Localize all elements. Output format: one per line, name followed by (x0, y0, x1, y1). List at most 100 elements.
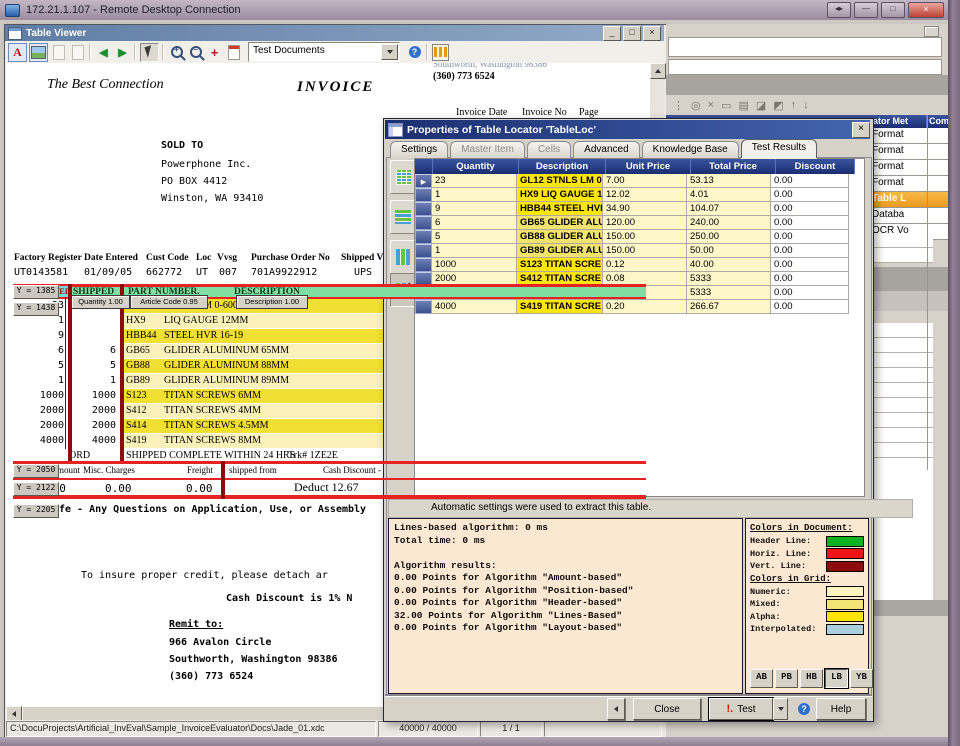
tab[interactable]: Knowledge Base (642, 141, 739, 158)
column-total-price[interactable]: Total Price (691, 159, 776, 174)
tab[interactable]: Advanced (573, 141, 639, 158)
column-description[interactable]: Description (519, 159, 606, 174)
column-unit-price[interactable]: Unit Price (606, 159, 691, 174)
cell-unit-price[interactable]: 12.02 (603, 188, 687, 202)
tv-minimize-button[interactable]: _ (603, 26, 621, 41)
cell-unit-price[interactable]: 7.00 (603, 174, 687, 188)
page-break-button[interactable] (225, 44, 242, 61)
table-row[interactable]: 5 GB88 GLIDER ALU 150.00 250.00 0.00 (415, 230, 864, 244)
test-dropdown-button[interactable] (773, 698, 788, 720)
cell-unit-price[interactable]: 150.00 (603, 230, 687, 244)
cell-quantity[interactable]: 1 (432, 188, 517, 202)
cell-total-price[interactable]: 40.00 (687, 258, 771, 272)
cell-total-price[interactable]: 53.13 (687, 174, 771, 188)
show-rows-button[interactable] (390, 200, 416, 234)
cell-quantity[interactable]: 9 (432, 202, 517, 216)
cell-quantity[interactable]: 6 (432, 216, 517, 230)
page-back-button[interactable]: ◀ (95, 44, 112, 61)
test-button[interactable]: !.Test (709, 698, 773, 720)
delete-icon[interactable]: × (708, 99, 714, 111)
dialog-close-button[interactable]: × (852, 122, 870, 138)
cell-description[interactable]: S123 TITAN SCRE (517, 258, 603, 272)
cell-discount[interactable]: 0.00 (771, 174, 849, 188)
rename-icon[interactable]: ▭ (721, 99, 731, 112)
cell-total-price[interactable]: 5333 (687, 272, 771, 286)
table-row[interactable]: 1 GB89 GLIDER ALU 150.00 50.00 0.00 (415, 244, 864, 258)
table-row[interactable]: 9 HBB44 STEEL HVR 34.90 104.07 0.00 (415, 202, 864, 216)
column-comment[interactable]: Commen (927, 115, 949, 128)
help-button[interactable]: Help (816, 698, 866, 720)
cell-discount[interactable]: 0.00 (771, 300, 849, 314)
tv-close-button[interactable]: × (643, 26, 661, 41)
table-row[interactable]: 1 HX9 LIQ GAUGE 12 12.02 4.01 0.00 (415, 188, 864, 202)
rdp-restore-button[interactable]: □ (881, 2, 905, 18)
cell-unit-price[interactable]: 0.20 (603, 300, 687, 314)
algorithm-toggle-button[interactable]: PB (775, 669, 798, 688)
export-icon[interactable]: ◩ (773, 99, 783, 112)
text-view-button[interactable]: A (8, 43, 27, 62)
cell-quantity[interactable]: 5 (432, 230, 517, 244)
algorithm-toggle-button[interactable]: AB (750, 669, 773, 688)
image-view-button[interactable] (29, 43, 48, 62)
algorithm-toggle-button[interactable]: LB (825, 669, 848, 688)
import-icon[interactable]: ◪ (756, 99, 766, 112)
algorithm-toggle-button[interactable]: YB (850, 669, 873, 688)
show-cells-button[interactable] (390, 160, 416, 194)
cell-total-price[interactable]: 266.67 (687, 300, 771, 314)
row-selector[interactable] (415, 188, 432, 202)
cell-description[interactable]: HX9 LIQ GAUGE 12 (517, 188, 603, 202)
table-viewer-titlebar[interactable]: Table Viewer _ □ × (5, 25, 664, 41)
tab[interactable]: Master Item (450, 141, 525, 158)
cell-discount[interactable]: 0.00 (771, 272, 849, 286)
zoom-in-button[interactable]: + (168, 44, 185, 61)
cell-description[interactable]: GB88 GLIDER ALU (517, 230, 603, 244)
cell-unit-price[interactable]: 34.90 (603, 202, 687, 216)
cell-description[interactable]: GB65 GLIDER ALU (517, 216, 603, 230)
cell-discount[interactable]: 0.00 (771, 286, 849, 300)
table-row[interactable]: 4000 S419 TITAN SCRE 0.20 266.67 0.00 (415, 300, 864, 314)
table-row[interactable]: ▶ 23 GL12 STNLS LM 0 - 7.00 53.13 0.00 (415, 174, 864, 188)
table-row[interactable]: 1000 S123 TITAN SCRE 0.12 40.00 0.00 (415, 258, 864, 272)
row-selector[interactable] (415, 216, 432, 230)
document-combo[interactable]: Test Documents (248, 42, 400, 62)
tab[interactable]: Test Results (741, 139, 817, 158)
cell-description[interactable]: GB89 GLIDER ALU (517, 244, 603, 258)
cell-unit-price[interactable]: 150.00 (603, 244, 687, 258)
close-button[interactable]: Close (633, 698, 701, 720)
rdp-fullscreen-button[interactable]: ◂▸ (827, 2, 851, 18)
cell-discount[interactable]: 0.00 (771, 258, 849, 272)
row-selector[interactable] (415, 244, 432, 258)
algorithm-toggle-button[interactable]: HB (800, 669, 823, 688)
cell-total-price[interactable]: 50.00 (687, 244, 771, 258)
cell-discount[interactable]: 0.00 (771, 202, 849, 216)
help-button[interactable]: ? (406, 44, 423, 61)
dialog-titlebar[interactable]: Properties of Table Locator 'TableLoc' (385, 120, 870, 139)
cell-unit-price[interactable]: 120.00 (603, 216, 687, 230)
scroll-up-button[interactable] (650, 63, 666, 79)
table-row[interactable]: 6 GB65 GLIDER ALU 120.00 240.00 0.00 (415, 216, 864, 230)
row-selector[interactable]: ▶ (415, 174, 432, 188)
page-forward-button[interactable]: ▶ (114, 44, 131, 61)
row-selector[interactable] (415, 202, 432, 216)
cell-total-price[interactable]: 5333 (687, 286, 771, 300)
zoom-out-button[interactable]: − (187, 44, 204, 61)
row-selector[interactable] (415, 300, 432, 314)
columns-button[interactable] (432, 44, 449, 61)
move-down-icon[interactable]: ↓ (803, 99, 809, 111)
copy-icon[interactable]: ▤ (738, 99, 748, 112)
tab[interactable]: Settings (390, 141, 448, 158)
cell-quantity[interactable]: 1000 (432, 258, 517, 272)
cell-description[interactable]: S419 TITAN SCRE (517, 300, 603, 314)
cell-total-price[interactable]: 250.00 (687, 230, 771, 244)
find-icon[interactable]: ◎ (691, 99, 701, 112)
rdp-minimize-button[interactable]: — (854, 2, 878, 18)
cell-quantity[interactable]: 4000 (432, 300, 517, 314)
next-document-button[interactable] (69, 44, 86, 61)
cell-total-price[interactable]: 104.07 (687, 202, 771, 216)
column-discount[interactable]: Discount (776, 159, 855, 174)
tv-maximize-button[interactable]: □ (623, 26, 641, 41)
column-quantity[interactable]: Quantity (433, 159, 519, 174)
fit-page-button[interactable]: + (206, 44, 223, 61)
cell-discount[interactable]: 0.00 (771, 188, 849, 202)
cell-description[interactable]: GL12 STNLS LM 0 - (517, 174, 603, 188)
